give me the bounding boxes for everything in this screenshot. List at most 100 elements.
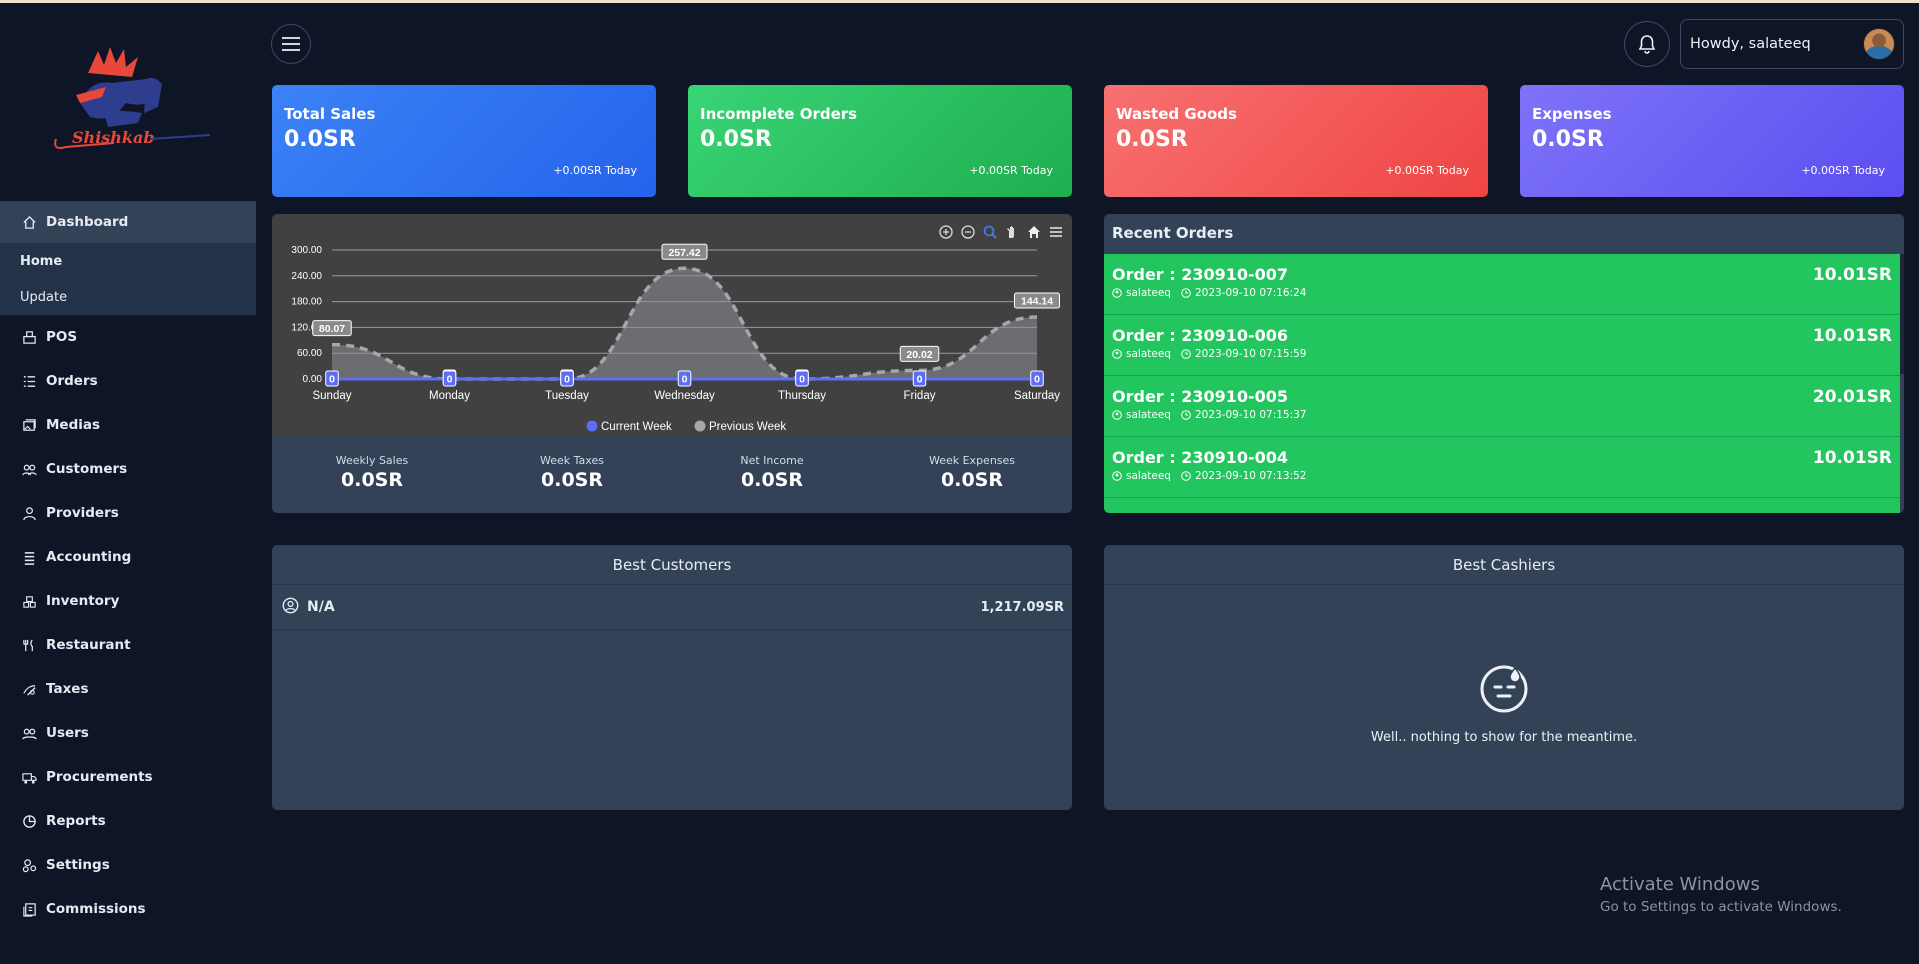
order-amount: 10.01SR: [1812, 448, 1892, 468]
sidebar-item-pos[interactable]: POS: [0, 315, 256, 359]
sidebar-item-label: Providers: [46, 505, 119, 521]
home-icon: [20, 213, 38, 231]
sidebar-item-label: Dashboard: [46, 214, 129, 230]
sidebar-item-reports[interactable]: Reports: [0, 799, 256, 843]
summary-week-expenses: Week Expenses 0.0SR: [872, 436, 1072, 513]
sidebar-item-providers[interactable]: Providers: [0, 491, 256, 535]
x-tick-label: Tuesday: [545, 390, 589, 402]
current-data-label: 0: [799, 374, 805, 386]
submenu-item-label: Update: [20, 289, 68, 305]
order-item-partial[interactable]: [1104, 498, 1900, 513]
order-amount: 10.01SR: [1812, 326, 1892, 346]
legend-label-current: Current Week: [601, 421, 672, 433]
order-code: Order : 230910-004: [1112, 448, 1289, 467]
order-item[interactable]: Order : 230910-004 10.01SR salateeq 2023…: [1104, 437, 1900, 498]
legend-marker-current: [586, 420, 598, 432]
chart-menu-icon[interactable]: [1048, 224, 1064, 240]
sidebar-item-commissions[interactable]: Commissions: [0, 887, 256, 931]
brand-logo[interactable]: Shishkab: [50, 43, 220, 173]
summary-value: 0.0SR: [741, 469, 803, 491]
order-date: 2023-09-10 07:15:37: [1194, 409, 1307, 421]
sidebar-item-procurements[interactable]: Procurements: [0, 755, 256, 799]
sidebar-item-label: Procurements: [46, 769, 153, 785]
x-tick-label: Monday: [429, 390, 470, 402]
zoom-out-icon[interactable]: [960, 224, 976, 240]
current-data-label: 0: [1034, 374, 1040, 386]
order-item[interactable]: Order : 230910-006 10.01SR salateeq 2023…: [1104, 315, 1900, 376]
order-amount: 10.01SR: [1812, 265, 1892, 285]
sidebar-item-accounting[interactable]: Accounting: [0, 535, 256, 579]
sidebar-nav: Dashboard Home Update POS Orders Medias …: [0, 201, 256, 931]
stat-title: Total Sales: [284, 105, 376, 123]
cogs-icon: [20, 856, 38, 874]
stat-value: 0.0SR: [284, 127, 356, 152]
y-tick-label: 300.00: [291, 245, 322, 256]
svg-text:Shishkab: Shishkab: [72, 128, 155, 147]
avatar: [1863, 28, 1895, 60]
truck-icon: [20, 768, 38, 786]
sidebar-item-dashboard[interactable]: Dashboard: [0, 201, 256, 243]
zoom-in-icon[interactable]: [938, 224, 954, 240]
user-menu[interactable]: Howdy, salateeq: [1680, 19, 1904, 69]
pan-hand-icon[interactable]: [1004, 224, 1020, 240]
sidebar-item-label: Commissions: [46, 901, 146, 917]
users-icon: [20, 460, 38, 478]
x-tick-label: Wednesday: [654, 390, 715, 402]
current-data-label: 0: [917, 374, 923, 386]
sidebar-item-label: Inventory: [46, 593, 120, 609]
sidebar-item-medias[interactable]: Medias: [0, 403, 256, 447]
stat-title: Wasted Goods: [1116, 105, 1237, 123]
orders-scrollbar[interactable]: [1900, 254, 1904, 374]
stat-value: 0.0SR: [1116, 127, 1188, 152]
order-item[interactable]: Order : 230910-005 20.01SR salateeq 2023…: [1104, 376, 1900, 437]
stat-delta: +0.00SR Today: [553, 164, 637, 177]
notifications-button[interactable]: [1624, 21, 1670, 67]
weekly-sales-chart: 300.00240.00180.00120.0060.000.00Sunday M…: [291, 243, 1060, 433]
order-author: salateeq: [1126, 470, 1171, 482]
table-row[interactable]: N/A 1,217.09SR: [272, 585, 1072, 630]
sidebar-item-label: Taxes: [46, 681, 89, 697]
ledger-icon: [20, 548, 38, 566]
order-date: 2023-09-10 07:15:59: [1194, 348, 1307, 360]
stat-delta: +0.00SR Today: [969, 164, 1053, 177]
order-meta: salateeq 2023-09-10 07:15:37: [1112, 409, 1892, 421]
sidebar-item-label: Medias: [46, 417, 101, 433]
summary-label: Week Taxes: [540, 454, 604, 467]
summary-value: 0.0SR: [541, 469, 603, 491]
sidebar-item-label: POS: [46, 329, 78, 345]
chart-toolbar: [938, 224, 1064, 240]
submenu-item-update[interactable]: Update: [0, 279, 256, 315]
stat-title: Incomplete Orders: [700, 105, 858, 123]
sidebar-item-inventory[interactable]: Inventory: [0, 579, 256, 623]
previous-data-label: 144.14: [1021, 296, 1053, 308]
user-circle-icon: [1112, 471, 1122, 481]
sidebar-item-label: Settings: [46, 857, 110, 873]
watermark-title: Activate Windows: [1600, 874, 1760, 895]
sidebar-item-customers[interactable]: Customers: [0, 447, 256, 491]
order-meta: salateeq 2023-09-10 07:13:52: [1112, 470, 1892, 482]
recent-orders-panel: Recent Orders Order : 230910-007 10.01SR…: [1104, 214, 1904, 513]
customer-amount: 1,217.09SR: [980, 599, 1064, 615]
x-tick-label: Thursday: [778, 390, 826, 402]
dashboard-submenu: Home Update: [0, 243, 256, 315]
reset-home-icon[interactable]: [1026, 224, 1042, 240]
inventory-icon: [20, 592, 38, 610]
users-cog-icon: [20, 724, 38, 742]
clock-icon: [1181, 288, 1191, 298]
magnifier-icon[interactable]: [982, 224, 998, 240]
sidebar-item-restaurant[interactable]: Restaurant: [0, 623, 256, 667]
sidebar-item-taxes[interactable]: Taxes: [0, 667, 256, 711]
submenu-item-home[interactable]: Home: [0, 243, 256, 279]
order-amount: 20.01SR: [1812, 387, 1892, 407]
sidebar-item-settings[interactable]: Settings: [0, 843, 256, 887]
submenu-item-label: Home: [20, 253, 63, 269]
recent-orders-list[interactable]: Order : 230910-007 10.01SR salateeq 2023…: [1104, 254, 1900, 513]
sidebar-item-users[interactable]: Users: [0, 711, 256, 755]
menu-toggle-button[interactable]: [271, 24, 311, 64]
order-author: salateeq: [1126, 348, 1171, 360]
order-item[interactable]: Order : 230910-007 10.01SR salateeq 2023…: [1104, 254, 1900, 315]
empty-state: Well.. nothing to show for the meantime.: [1104, 662, 1904, 745]
sidebar-item-orders[interactable]: Orders: [0, 359, 256, 403]
stat-value: 0.0SR: [700, 127, 772, 152]
order-meta: salateeq 2023-09-10 07:16:24: [1112, 287, 1892, 299]
